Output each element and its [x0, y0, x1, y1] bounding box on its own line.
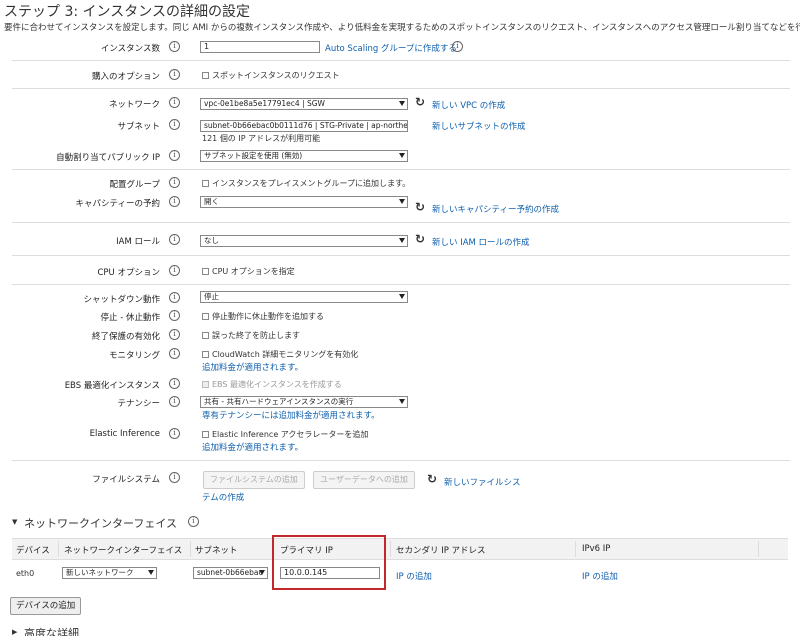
placement-group-checkbox[interactable]: インスタンスをプレイスメントグループに追加します。 [202, 178, 410, 189]
new-capacity-link[interactable]: 新しいキャパシティー予約の作成 [432, 203, 559, 215]
primary-ip-highlight [272, 535, 386, 590]
label-capacity-reservation: キャパシティーの予約 [75, 199, 161, 209]
info-icon[interactable]: i [169, 196, 180, 207]
monitoring-checkbox[interactable]: CloudWatch 詳細モニタリングを有効化 [202, 349, 358, 360]
new-iam-role-link[interactable]: 新しい IAM ロールの作成 [432, 236, 530, 248]
iam-role-select[interactable]: なし [200, 235, 408, 247]
elastic-inference-charges-link[interactable]: 追加料金が適用されます。 [202, 441, 303, 453]
monitoring-charges-link[interactable]: 追加料金が適用されます。 [202, 361, 303, 373]
chevron-down-icon [399, 238, 405, 243]
label-subnet: サブネット [117, 122, 160, 132]
info-icon[interactable]: i [169, 472, 180, 483]
chevron-down-icon [148, 570, 154, 575]
info-icon[interactable]: i [169, 234, 180, 245]
info-icon[interactable]: i [169, 348, 180, 359]
label-cpu-options: CPU オプション [97, 268, 161, 278]
termination-checkbox[interactable]: 誤った終了を防止します [202, 330, 300, 341]
info-icon[interactable]: i [169, 41, 180, 52]
info-icon[interactable]: i [169, 119, 180, 130]
label-purchase-option: 購入のオプション [91, 72, 160, 82]
label-stop-hibernate: 停止 - 休止動作 [100, 313, 160, 323]
network-interfaces-title: ネットワークインターフェイス [24, 517, 178, 530]
info-icon[interactable]: i [169, 378, 180, 389]
info-icon[interactable]: i [169, 97, 180, 108]
new-vpc-link[interactable]: 新しい VPC の作成 [432, 99, 505, 111]
col-network-interface: ネットワークインターフェイス [64, 546, 183, 556]
add-secondary-ip-link[interactable]: IP の追加 [396, 570, 432, 582]
label-network: ネットワーク [108, 100, 160, 110]
label-termination-protection: 終了保護の有効化 [91, 332, 160, 342]
tenancy-select[interactable]: 共有 - 共有ハードウェアインスタンスの実行 [200, 396, 408, 408]
label-ebs-optimized: EBS 最適化インスタンス [64, 381, 160, 391]
chevron-down-icon [259, 570, 265, 575]
label-shutdown-behavior: シャットダウン動作 [83, 295, 160, 305]
info-icon[interactable]: i [169, 428, 180, 439]
page-description: 要件に合わせてインスタンスを設定します。同じ AMI からの複数インスタンス作成… [4, 23, 800, 33]
capacity-select[interactable]: 開く [200, 196, 408, 208]
new-subnet-link[interactable]: 新しいサブネットの作成 [432, 120, 526, 132]
col-ipv6: IPv6 IP [582, 544, 611, 554]
info-icon[interactable]: i [169, 329, 180, 340]
add-file-system-button: ファイルシステムの追加 [203, 471, 305, 489]
add-device-button[interactable]: デバイスの追加 [10, 597, 82, 615]
page-title: ステップ 3: インスタンスの詳細の設定 [4, 4, 250, 20]
chevron-down-icon [399, 153, 405, 158]
hibernate-checkbox[interactable]: 停止動作に休止動作を追加する [202, 311, 324, 322]
elastic-inference-checkbox[interactable]: Elastic Inference アクセラレーターを追加 [202, 429, 368, 440]
new-file-system-link-cont[interactable]: テムの作成 [202, 491, 244, 503]
label-iam-role: IAM ロール [116, 237, 160, 247]
label-public-ip: 自動割り当てパブリック IP [56, 153, 160, 163]
info-icon[interactable]: i [169, 396, 180, 407]
network-interface-select[interactable]: 新しいネットワーク [62, 567, 157, 579]
ebs-optimized-checkbox: EBS 最適化インスタンスを作成する [202, 379, 342, 390]
info-icon[interactable]: i [169, 310, 180, 321]
label-monitoring: モニタリング [108, 351, 160, 361]
new-file-system-link[interactable]: 新しいファイルシス [444, 476, 521, 488]
refresh-icon[interactable]: ↻ [427, 473, 437, 485]
label-placement-group: 配置グループ [109, 180, 161, 190]
label-instance-count: インスタンス数 [100, 44, 160, 54]
spot-request-checkbox[interactable]: スポットインスタンスのリクエスト [202, 70, 340, 81]
add-user-data-button: ユーザーデータへの追加 [313, 471, 415, 489]
col-subnet: サブネット [195, 546, 238, 556]
instance-count-input[interactable]: 1 [200, 41, 320, 53]
info-icon[interactable]: i [169, 150, 180, 161]
label-file-system: ファイルシステム [92, 475, 160, 485]
public-ip-select[interactable]: サブネット設定を使用 (無効) [200, 150, 408, 162]
device-eth0: eth0 [16, 569, 35, 578]
refresh-icon[interactable]: ↻ [415, 201, 425, 213]
refresh-icon[interactable]: ↻ [415, 233, 425, 245]
info-icon[interactable]: i [188, 516, 199, 527]
label-tenancy: テナンシー [117, 399, 160, 409]
col-device: デバイス [16, 546, 50, 556]
info-icon[interactable]: i [169, 292, 180, 303]
info-icon[interactable]: i [169, 177, 180, 188]
info-icon[interactable]: i [169, 69, 180, 80]
chevron-down-icon [399, 101, 405, 106]
shutdown-select[interactable]: 停止 [200, 291, 408, 303]
chevron-down-icon [399, 294, 405, 299]
label-elastic-inference: Elastic Inference [89, 429, 160, 439]
chevron-down-icon [399, 199, 405, 204]
subnet-select[interactable]: subnet-0b66ebac0b0111d76 | STG-Private |… [200, 120, 408, 132]
network-select[interactable]: vpc-0e1be8a5e17791ec4 | SGW [200, 98, 408, 110]
chevron-down-icon [399, 399, 405, 404]
primary-ip-input[interactable]: 10.0.0.145 [280, 567, 380, 579]
col-secondary-ip: セカンダリ IP アドレス [396, 546, 486, 556]
advanced-details-title[interactable]: 高度な詳細 [24, 625, 79, 636]
info-icon[interactable]: i [452, 41, 463, 52]
info-icon[interactable]: i [169, 265, 180, 276]
add-ipv6-link[interactable]: IP の追加 [582, 570, 618, 582]
expand-triangle-icon[interactable]: ▶ [12, 628, 17, 636]
cpu-options-checkbox[interactable]: CPU オプションを指定 [202, 266, 295, 277]
auto-scaling-link[interactable]: Auto Scaling グループに作成する [325, 42, 457, 54]
tenancy-charges-link[interactable]: 専有テナンシーには追加料金が適用されます。 [202, 409, 380, 421]
subnet-row-select[interactable]: subnet-0b66ebac [193, 567, 268, 579]
collapse-triangle-icon[interactable]: ▼ [12, 518, 17, 526]
refresh-icon[interactable]: ↻ [415, 96, 425, 108]
subnet-ip-available: 121 個の IP アドレスが利用可能 [202, 134, 321, 143]
